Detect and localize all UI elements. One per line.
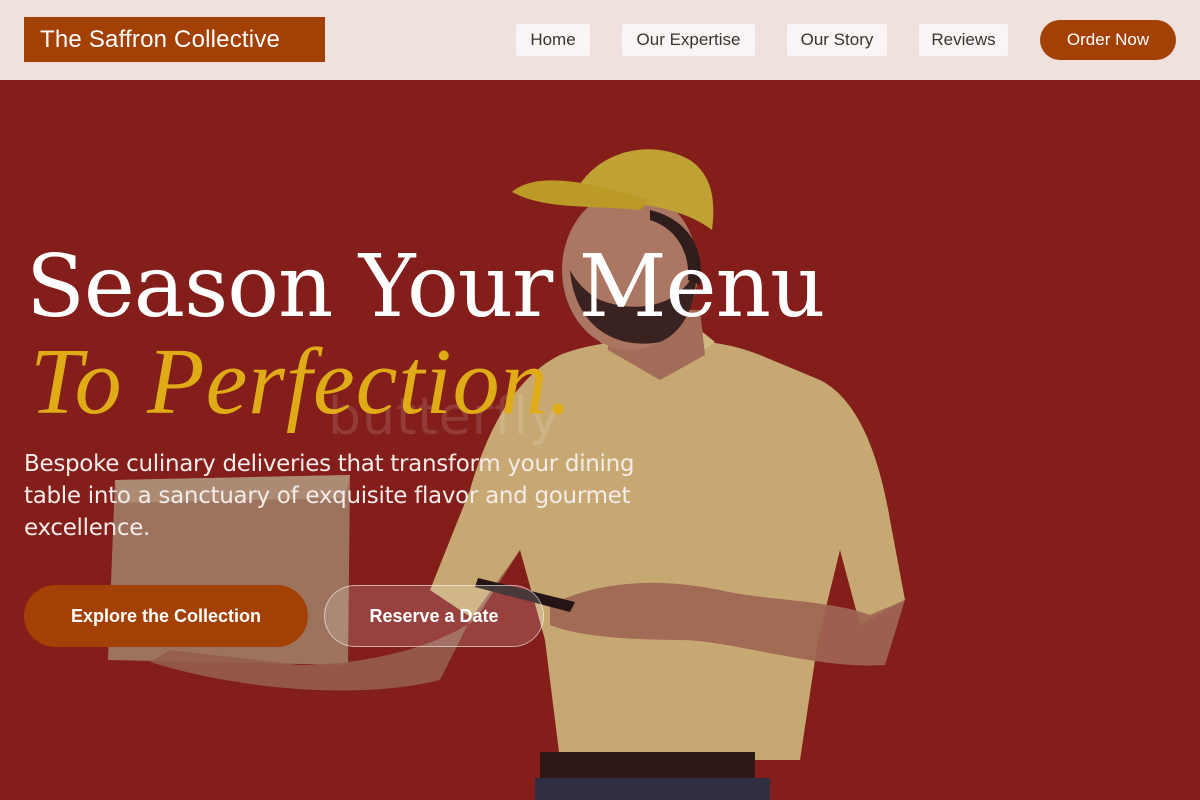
order-now-button[interactable]: Order Now — [1040, 20, 1176, 60]
reserve-date-button[interactable]: Reserve a Date — [324, 585, 544, 647]
hero-section: butterfly Season Your Menu To Perfection… — [0, 80, 1200, 800]
nav-link-our-expertise[interactable]: Our Expertise — [622, 24, 755, 56]
top-navbar: The Saffron Collective Home Our Expertis… — [0, 0, 1200, 80]
hero-headline-accent: To Perfection. — [30, 330, 574, 434]
nav-link-home[interactable]: Home — [516, 24, 590, 56]
hero-overlay — [0, 80, 1200, 800]
brand-logo[interactable]: The Saffron Collective — [24, 17, 325, 62]
nav-link-our-story[interactable]: Our Story — [787, 24, 887, 56]
hero-subtext: Bespoke culinary deliveries that transfo… — [24, 451, 635, 541]
hero-headline: Season Your Menu — [26, 237, 825, 337]
nav-link-reviews[interactable]: Reviews — [919, 24, 1008, 56]
explore-collection-button[interactable]: Explore the Collection — [24, 585, 308, 647]
